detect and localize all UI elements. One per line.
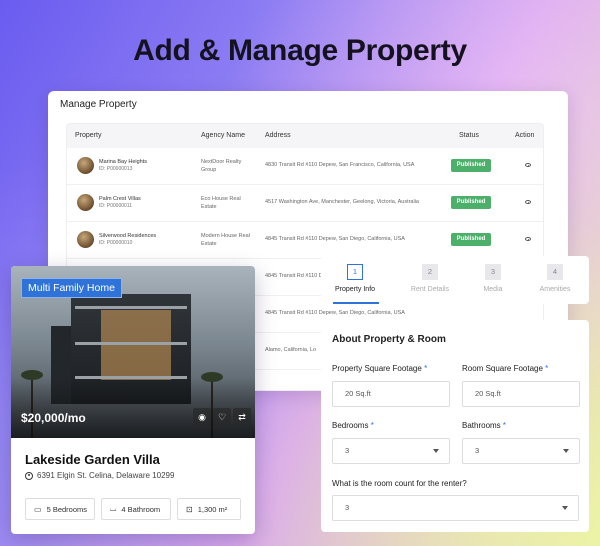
compare-icon[interactable]: ⇄ [233,408,251,426]
col-action: Action [515,132,535,139]
property-title[interactable]: Lakeside Garden Villa [25,452,160,467]
step-tabs: 1 Property Info 2 Rent Details 3 Media 4… [321,256,589,304]
step-label: Property Info [334,286,376,293]
property-form: About Property & Room Property Square Fo… [321,320,589,532]
property-name[interactable]: Palm Crest Villas [99,196,141,202]
step-amenities[interactable]: 4 Amenities [525,264,585,293]
select-value: 3 [475,446,480,455]
chevron-down-icon [562,506,568,510]
required-mark: * [545,364,549,373]
property-sqft-input[interactable]: 20 Sq.ft [332,381,450,407]
property-thumbnail [77,157,94,174]
room-count-label: What is the room count for the renter? [332,479,467,488]
property-name[interactable]: Marina Bay Heights [99,159,147,165]
card-actions: ◉ ♡ ⇄ [193,408,251,426]
bath-icon: ⌴ [110,504,117,513]
building-window [101,310,171,380]
select-value: 3 [345,446,350,455]
property-thumbnail [77,231,94,248]
step-label: Rent Details [410,286,450,293]
feature-bathrooms: ⌴ 4 Bathroom [101,498,171,520]
col-agency: Agency Name [201,132,245,139]
col-address: Address [265,132,291,139]
step-label: Amenities [539,286,571,293]
address-text: 6391 Elgin St. Celina, Delaware 10299 [37,471,175,480]
feature-area: ⊡ 1,300 m² [177,498,241,520]
agency-name: NextDoor Realty Group [201,159,242,173]
room-sqft-input[interactable]: 20 Sq.ft [462,381,580,407]
category-tag: Multi Family Home [21,278,122,298]
bathrooms-select[interactable]: 3 [462,438,580,464]
view-eye-icon[interactable]: ◉ [193,408,211,426]
address: 4845 Transit Rd #110 Depew, San Diego, C… [265,310,405,316]
step-media[interactable]: 3 Media [463,264,523,293]
area-icon: ⊡ [186,504,193,514]
property-card[interactable]: Multi Family Home $20,000/mo ◉ ♡ ⇄ Lakes… [11,266,255,534]
rent-price: $20,000/mo [21,411,86,425]
status-badge: Published [451,233,491,246]
label-text: Bedrooms [332,421,369,430]
feature-label: 4 Bathroom [121,504,161,514]
required-mark: * [370,421,374,430]
address: Alamo, California, Lo [265,347,317,353]
label-text: Room Square Footage [462,364,543,373]
room-sqft-label: Room Square Footage * [462,364,548,373]
status-badge: Published [451,196,491,209]
hero-title: Add & Manage Property [133,34,467,67]
property-address: 6391 Elgin St. Celina, Delaware 10299 [25,471,174,480]
required-mark: * [424,364,428,373]
room-count-select[interactable]: 3 [332,495,579,521]
address: 4517 Washington Ave, Manchester, Geelong… [265,199,419,205]
label-text: Property Square Footage [332,364,422,373]
table-row[interactable]: Silverwood Residences ID: P00000010 Mode… [67,222,543,259]
property-id: ID: P00000010 [99,240,133,246]
property-id: ID: P00000011 [99,203,132,209]
label-text: Bathrooms [462,421,501,430]
property-id: ID: P00000013 [99,166,133,172]
feature-bedrooms: ▭ 5 Bedrooms [25,498,95,520]
bed-icon: ▭ [34,504,42,514]
bathrooms-label: Bathrooms * [462,421,506,430]
step-number: 3 [485,264,501,280]
property-name[interactable]: Silverwood Residences [99,233,156,239]
property-sqft-label: Property Square Footage * [332,364,427,373]
view-eye-icon[interactable] [525,237,531,241]
chevron-down-icon [433,449,439,453]
step-property-info[interactable]: 1 Property Info [325,264,385,293]
col-status: Status [459,132,479,139]
view-eye-icon[interactable] [525,163,531,167]
property-thumbnail [77,194,94,211]
step-rent-details[interactable]: 2 Rent Details [400,264,460,293]
balcony-stripe [75,306,187,309]
agency-name: Modern House Real Estate [201,233,250,247]
chevron-down-icon [563,449,569,453]
status-badge: Published [451,159,491,172]
select-value: 3 [345,503,350,512]
address: 4830 Transit Rd #110 Depew, San Francisc… [265,162,415,168]
step-label: Media [483,286,503,293]
panel-title: Manage Property [60,99,137,110]
col-property: Property [75,132,102,139]
table-row[interactable]: Marina Bay Heights ID: P00000013 NextDoo… [67,148,543,185]
agency-name: Eco House Real Estate [201,196,241,210]
address: 4845 Transit Rd #110 Depew, San Diego, C… [265,236,405,242]
table-row[interactable]: Palm Crest Villas ID: P00000011 Eco Hous… [67,185,543,222]
step-number: 4 [547,264,563,280]
step-number: 2 [422,264,438,280]
step-number: 1 [347,264,363,280]
feature-label: 5 Bedrooms [46,504,87,514]
feature-label: 1,300 m² [197,504,228,514]
bedrooms-select[interactable]: 3 [332,438,450,464]
view-eye-icon[interactable] [525,200,531,204]
bedrooms-label: Bedrooms * [332,421,374,430]
favorite-heart-icon[interactable]: ♡ [213,408,231,426]
balcony-stripe [75,342,187,345]
table-header: Property Agency Name Address Status Acti… [67,124,543,148]
location-pin-icon [25,471,33,480]
required-mark: * [502,421,507,430]
active-step-indicator [333,302,379,304]
form-title: About Property & Room [332,334,446,345]
